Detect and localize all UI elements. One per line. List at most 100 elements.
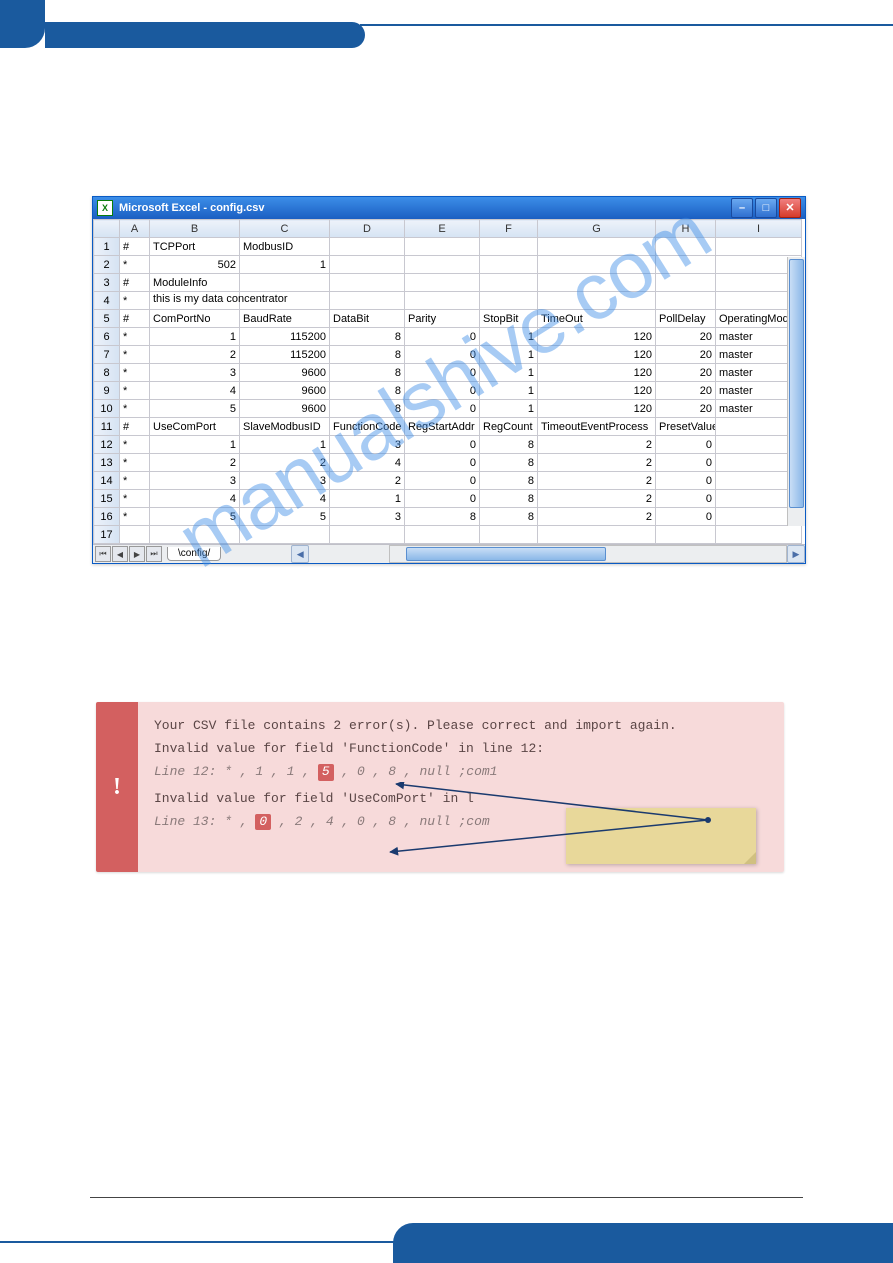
cell[interactable]: 20 — [656, 346, 716, 364]
cell[interactable]: 0 — [656, 454, 716, 472]
cell[interactable]: 1 — [480, 382, 538, 400]
cell[interactable]: FunctionCode — [330, 418, 405, 436]
selectall-corner[interactable] — [94, 220, 120, 238]
cell[interactable]: 20 — [656, 382, 716, 400]
cell[interactable]: * — [120, 346, 150, 364]
row-header[interactable]: 4 — [94, 292, 120, 310]
cell[interactable]: 1 — [240, 256, 330, 274]
cell[interactable]: 1 — [480, 400, 538, 418]
vertical-scrollbar[interactable] — [787, 257, 805, 526]
cell[interactable] — [656, 292, 716, 310]
cell[interactable] — [405, 292, 480, 310]
cell[interactable] — [150, 526, 240, 544]
cell[interactable]: 0 — [405, 364, 480, 382]
cell[interactable]: PresetValue — [656, 418, 716, 436]
cell[interactable]: 9600 — [240, 400, 330, 418]
cell[interactable]: 2 — [538, 436, 656, 454]
cell[interactable]: 3 — [150, 472, 240, 490]
cell[interactable]: Parity — [405, 310, 480, 328]
cell[interactable] — [240, 274, 330, 292]
cell[interactable] — [716, 526, 802, 544]
cell[interactable]: 0 — [405, 346, 480, 364]
cell[interactable]: 4 — [330, 454, 405, 472]
next-sheet-button[interactable]: ▶ — [129, 546, 145, 562]
cell[interactable]: # — [120, 418, 150, 436]
cell[interactable]: 2 — [538, 490, 656, 508]
cell[interactable] — [656, 256, 716, 274]
cell[interactable]: # — [120, 274, 150, 292]
cell[interactable]: * — [120, 472, 150, 490]
col-header[interactable]: E — [405, 220, 480, 238]
cell[interactable]: * — [120, 382, 150, 400]
cell[interactable] — [405, 238, 480, 256]
cell[interactable] — [330, 238, 405, 256]
minimize-button[interactable]: – — [731, 198, 753, 218]
cell[interactable]: 5 — [150, 400, 240, 418]
cell[interactable]: this is my data concentrator — [150, 292, 240, 310]
cell[interactable]: 1 — [480, 328, 538, 346]
cell[interactable] — [480, 256, 538, 274]
cell[interactable]: 20 — [656, 400, 716, 418]
row-header[interactable]: 11 — [94, 418, 120, 436]
cell[interactable] — [538, 526, 656, 544]
cell[interactable] — [538, 292, 656, 310]
cell[interactable]: 120 — [538, 328, 656, 346]
row-header[interactable]: 10 — [94, 400, 120, 418]
cell[interactable]: 20 — [656, 364, 716, 382]
cell[interactable]: 0 — [405, 454, 480, 472]
row-header[interactable]: 3 — [94, 274, 120, 292]
col-header[interactable]: I — [716, 220, 802, 238]
cell[interactable]: 1 — [330, 490, 405, 508]
cell[interactable]: # — [120, 310, 150, 328]
row-header[interactable]: 17 — [94, 526, 120, 544]
prev-sheet-button[interactable]: ◀ — [112, 546, 128, 562]
hscroll-left-arrow[interactable]: ◀ — [291, 545, 309, 563]
cell[interactable]: 0 — [405, 472, 480, 490]
cell[interactable]: UseComPort — [150, 418, 240, 436]
cell[interactable]: 120 — [538, 364, 656, 382]
cell[interactable]: 0 — [405, 436, 480, 454]
cell[interactable] — [405, 526, 480, 544]
cell[interactable]: 0 — [656, 436, 716, 454]
col-header[interactable]: D — [330, 220, 405, 238]
row-header[interactable]: 13 — [94, 454, 120, 472]
cell[interactable] — [656, 526, 716, 544]
cell[interactable]: 8 — [480, 436, 538, 454]
cell[interactable] — [716, 238, 802, 256]
col-header[interactable]: F — [480, 220, 538, 238]
cell[interactable]: 120 — [538, 382, 656, 400]
cell[interactable]: 1 — [150, 436, 240, 454]
close-button[interactable]: ✕ — [779, 198, 801, 218]
row-header[interactable]: 7 — [94, 346, 120, 364]
cell[interactable] — [330, 274, 405, 292]
cell[interactable]: 3 — [240, 472, 330, 490]
cell[interactable]: 120 — [538, 400, 656, 418]
cell[interactable]: 8 — [480, 472, 538, 490]
hscroll-right-arrow[interactable]: ▶ — [787, 545, 805, 563]
cell[interactable]: SlaveModbusID — [240, 418, 330, 436]
cell[interactable]: 20 — [656, 328, 716, 346]
cell[interactable]: * — [120, 256, 150, 274]
horizontal-scrollbar-thumb[interactable] — [406, 547, 606, 561]
cell[interactable]: 8 — [330, 346, 405, 364]
cell[interactable] — [538, 256, 656, 274]
cell[interactable]: 115200 — [240, 346, 330, 364]
cell[interactable]: * — [120, 292, 150, 310]
cell[interactable] — [240, 526, 330, 544]
cell[interactable] — [538, 274, 656, 292]
cell[interactable]: 9600 — [240, 364, 330, 382]
cell[interactable]: 1 — [480, 346, 538, 364]
cell[interactable]: 502 — [150, 256, 240, 274]
cell[interactable]: 8 — [330, 364, 405, 382]
cell[interactable]: * — [120, 490, 150, 508]
cell[interactable]: 2 — [240, 454, 330, 472]
cell[interactable]: 0 — [656, 508, 716, 526]
col-header[interactable]: H — [656, 220, 716, 238]
cell[interactable]: * — [120, 436, 150, 454]
cell[interactable] — [656, 238, 716, 256]
cell[interactable] — [538, 238, 656, 256]
cell[interactable]: * — [120, 364, 150, 382]
cell[interactable]: TCPPort — [150, 238, 240, 256]
maximize-button[interactable]: □ — [755, 198, 777, 218]
cell[interactable]: 8 — [480, 490, 538, 508]
